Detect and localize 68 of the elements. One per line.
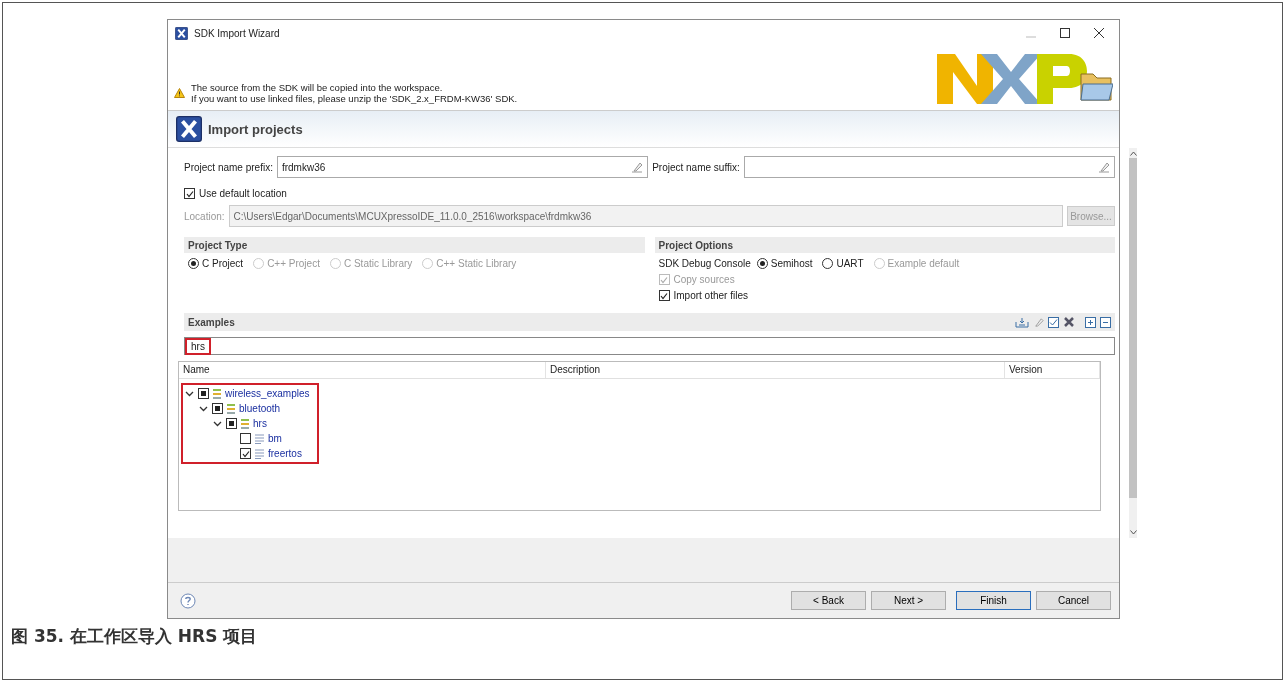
field-label: Project name suffix: bbox=[652, 161, 740, 173]
checkbox-label: Copy sources bbox=[673, 274, 735, 285]
suffix-field[interactable] bbox=[743, 156, 1115, 178]
banner-message: If you want to use linked files, please unzip the 'SDK_2.x_FRDM-KW36' SDK. bbox=[191, 93, 519, 104]
uncheck-all-icon[interactable] bbox=[1063, 316, 1075, 328]
radio-label: Example default bbox=[887, 258, 960, 269]
tree-item[interactable]: hrs bbox=[253, 418, 267, 429]
figure-caption: 图 35. 在工作区导入 HRS 项目 bbox=[11, 625, 258, 648]
import-icon[interactable] bbox=[1015, 316, 1029, 328]
checkbox-label: Import other files bbox=[673, 290, 748, 301]
checkbox[interactable] bbox=[184, 188, 195, 199]
filter-field[interactable]: hrs bbox=[185, 337, 211, 355]
section-header: Examples bbox=[188, 316, 235, 328]
section-header: Project Options bbox=[654, 237, 1115, 253]
scroll-up-icon[interactable] bbox=[1129, 151, 1137, 156]
chevron-down-icon[interactable] bbox=[213, 419, 222, 428]
checkbox[interactable] bbox=[658, 290, 670, 301]
document-lines-icon bbox=[255, 433, 264, 444]
dialog-button[interactable]: Next > bbox=[871, 591, 946, 610]
banner-message: The source from the SDK will be copied into the workspace. bbox=[191, 82, 444, 93]
section-header: Project Type bbox=[184, 237, 645, 253]
scroll-down-icon[interactable] bbox=[1129, 530, 1137, 535]
dialog-button[interactable]: Finish bbox=[956, 591, 1031, 610]
stack-icon bbox=[213, 388, 221, 399]
maximize-button[interactable] bbox=[1060, 27, 1070, 38]
radio-label: C++ Project bbox=[267, 258, 320, 269]
radio-label: C Static Library bbox=[343, 258, 413, 269]
tree-item[interactable]: bm bbox=[268, 433, 282, 444]
stack-icon bbox=[227, 403, 235, 414]
expand-all-icon[interactable] bbox=[1085, 316, 1096, 328]
radio-label: Semihost bbox=[770, 258, 813, 269]
x-logo-icon bbox=[176, 116, 202, 142]
checkbox[interactable] bbox=[212, 403, 223, 414]
checkbox[interactable] bbox=[240, 448, 251, 459]
warning-icon bbox=[174, 88, 185, 98]
chevron-down-icon[interactable] bbox=[199, 404, 208, 413]
clear-icon[interactable] bbox=[1098, 161, 1110, 173]
page-title: Import projects bbox=[208, 121, 303, 137]
column-header[interactable]: Description bbox=[546, 362, 1005, 378]
tree-item[interactable]: freertos bbox=[268, 448, 302, 459]
scrollbar-thumb[interactable] bbox=[1129, 158, 1137, 498]
dialog-button[interactable]: < Back bbox=[791, 591, 866, 610]
radio-label: C Project bbox=[202, 258, 244, 269]
checkbox[interactable] bbox=[240, 433, 251, 444]
checkbox[interactable] bbox=[198, 388, 209, 399]
chevron-down-icon[interactable] bbox=[185, 389, 194, 398]
x-logo-icon bbox=[175, 26, 188, 40]
radio-label: UART bbox=[836, 258, 864, 269]
option-label: SDK Debug Console bbox=[658, 258, 751, 269]
close-button[interactable] bbox=[1094, 27, 1104, 38]
document-lines-icon bbox=[255, 448, 264, 459]
field-label: Project name prefix: bbox=[184, 161, 273, 173]
radio-label: C++ Static Library bbox=[436, 258, 517, 269]
help-icon[interactable] bbox=[180, 592, 196, 609]
prefix-field[interactable]: frdmkw36 bbox=[276, 156, 649, 178]
check-all-icon[interactable] bbox=[1048, 316, 1059, 328]
stack-icon bbox=[241, 418, 249, 429]
window-title: SDK Import Wizard bbox=[194, 27, 281, 39]
field-label: Location: bbox=[184, 210, 225, 222]
checkbox-label: Use default location bbox=[199, 188, 287, 199]
clear-icon[interactable] bbox=[631, 161, 644, 173]
column-header[interactable]: Name bbox=[179, 362, 546, 378]
tree-item[interactable]: wireless_examples bbox=[225, 388, 310, 399]
dialog-button[interactable]: Cancel bbox=[1036, 591, 1111, 610]
collapse-all-icon[interactable] bbox=[1100, 316, 1111, 328]
column-header[interactable]: Version bbox=[1005, 362, 1100, 378]
checkbox[interactable] bbox=[226, 418, 237, 429]
tree-item[interactable]: bluetooth bbox=[239, 403, 281, 414]
